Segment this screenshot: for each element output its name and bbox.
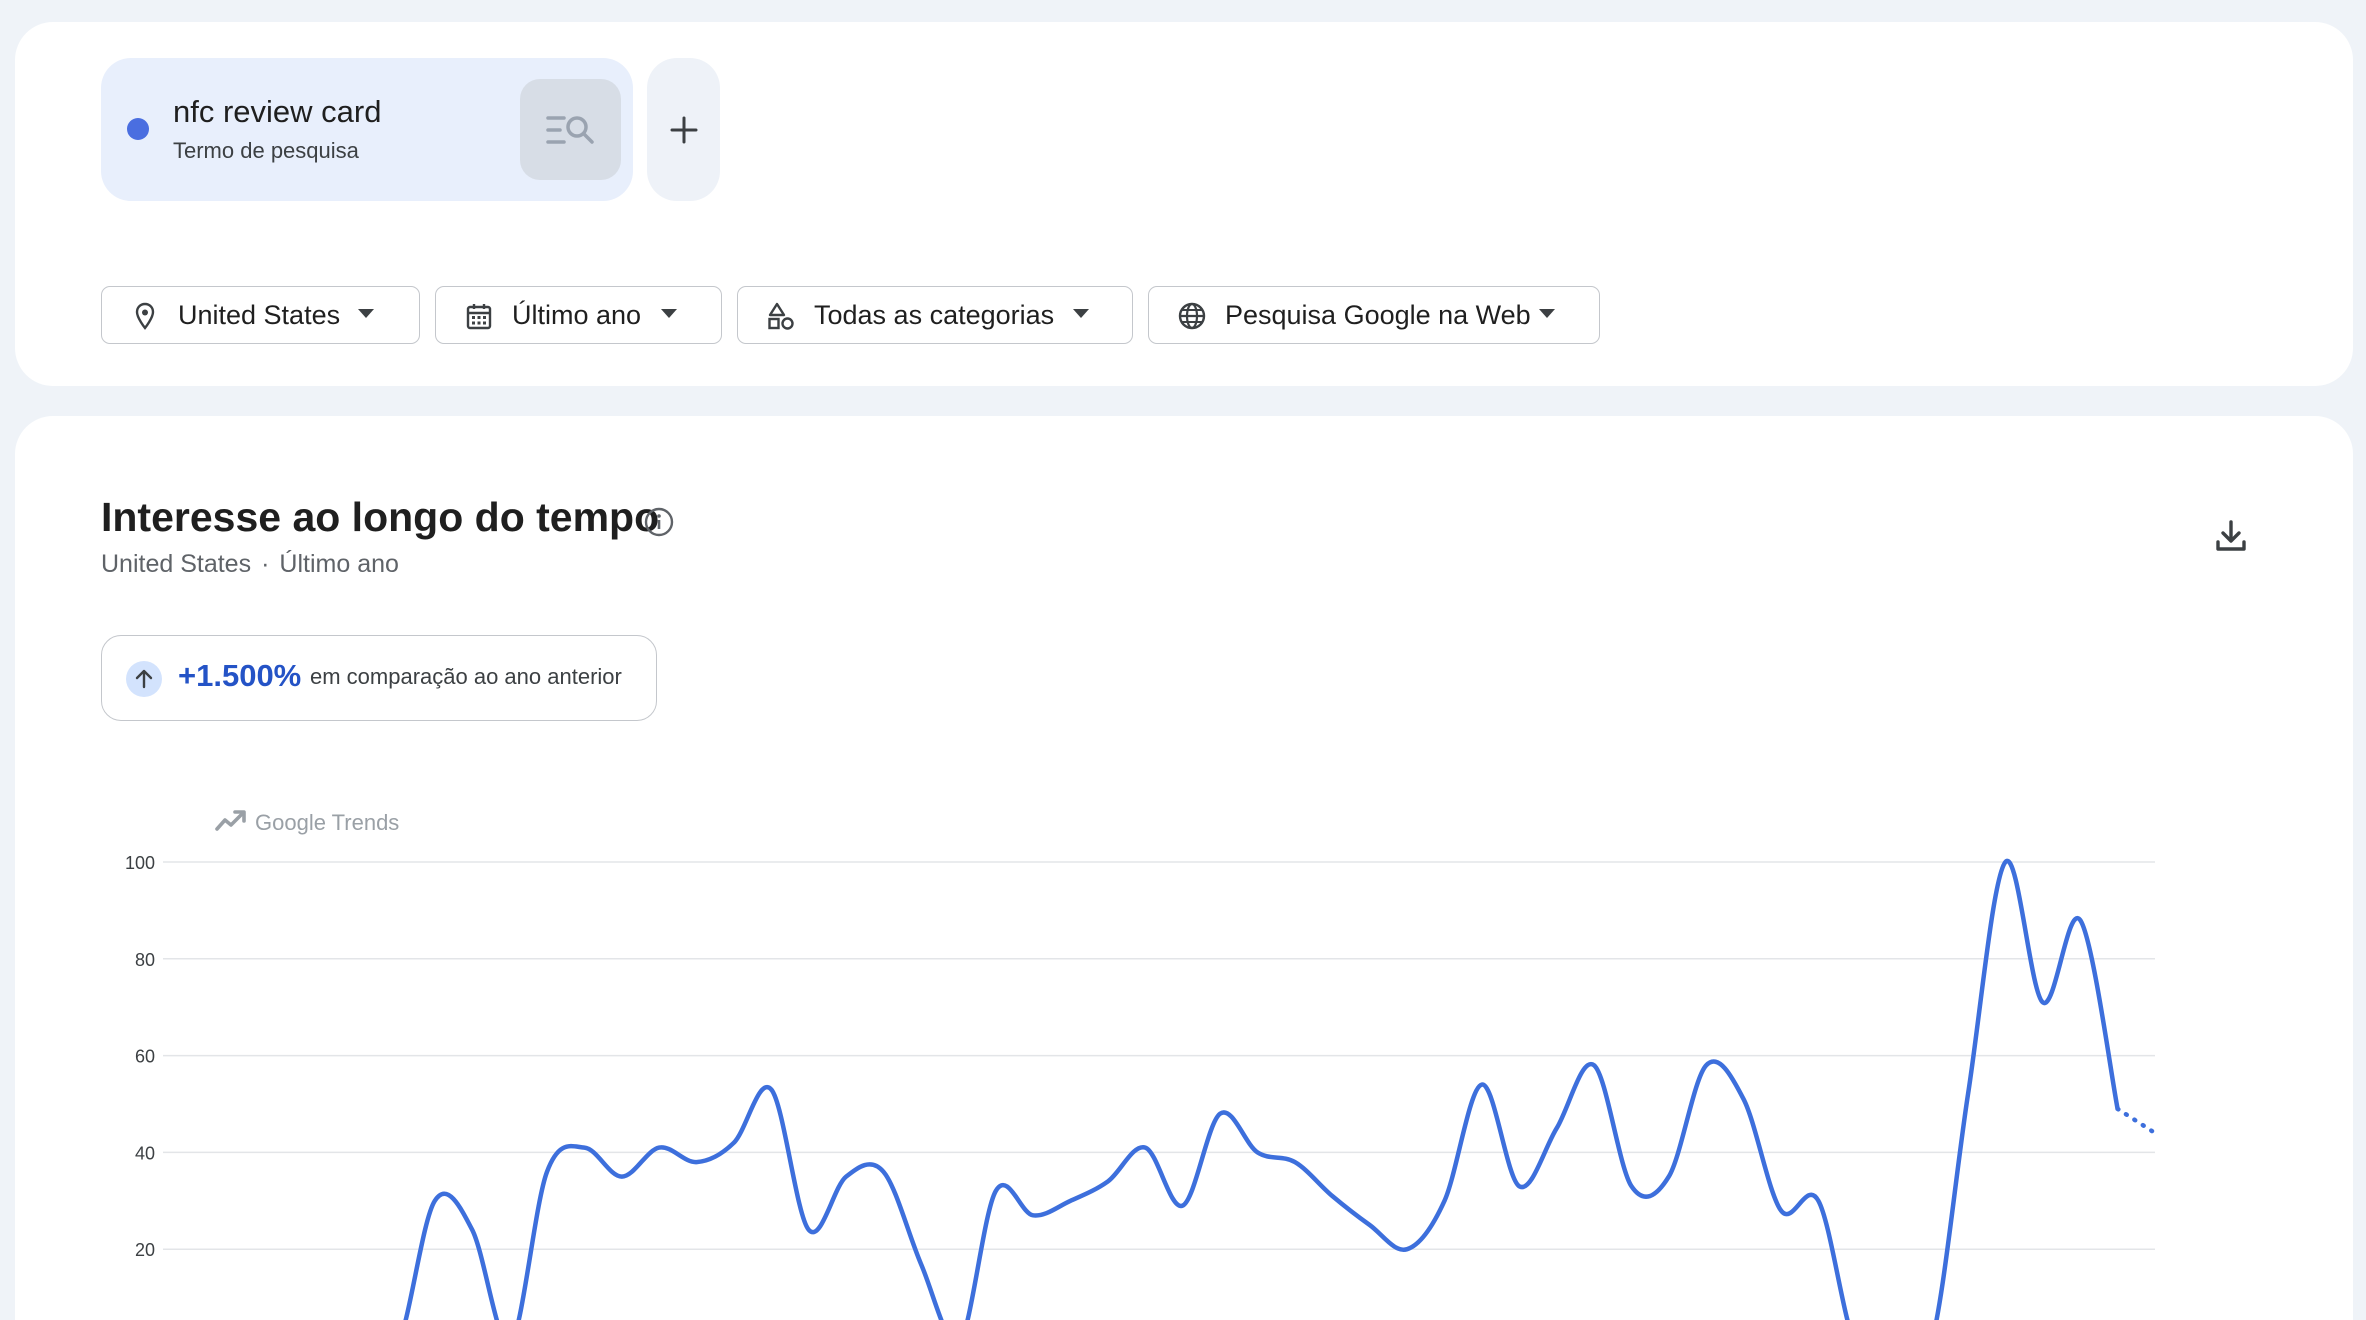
search-term-name: nfc review card xyxy=(173,94,382,129)
y-tick-label: 20 xyxy=(135,1240,155,1260)
y-tick-label: 60 xyxy=(135,1047,155,1067)
chevron-down-icon xyxy=(661,309,677,318)
chevron-down-icon xyxy=(1073,309,1089,318)
category-filter-label: Todas as categorias xyxy=(814,300,1055,330)
change-description: em comparação ao ano anterior xyxy=(310,664,622,689)
google-trends-watermark: Google Trends xyxy=(213,802,423,840)
year-over-year-change-badge: +1.500% em comparação ao ano anterior xyxy=(101,635,657,721)
location-pin-icon xyxy=(135,302,155,330)
section-subtitle: United States · Último ano xyxy=(101,550,399,579)
location-filter-dropdown[interactable]: United States xyxy=(101,286,420,344)
shapes-icon xyxy=(768,302,794,330)
info-icon[interactable] xyxy=(643,506,675,538)
subtitle-location: United States xyxy=(101,550,252,578)
search-property-filter-label: Pesquisa Google na Web xyxy=(1225,300,1531,330)
subtitle-separator: · xyxy=(261,550,270,578)
location-filter-label: United States xyxy=(178,300,341,330)
search-settings-card: nfc review card Termo de pesquisa United… xyxy=(15,22,2353,386)
explore-term-button[interactable] xyxy=(520,79,621,180)
subtitle-time-range: Último ano xyxy=(279,550,399,578)
calendar-icon xyxy=(466,304,492,330)
plus-icon xyxy=(670,116,697,143)
y-tick-label: 40 xyxy=(135,1143,155,1163)
series-line xyxy=(403,858,2120,1320)
add-term-button[interactable] xyxy=(647,58,720,201)
arrow-up-icon xyxy=(126,661,162,697)
y-tick-label: 100 xyxy=(125,853,155,873)
interest-line-chart: 020406080100outubro2026abriljulho Google… xyxy=(125,802,2158,1320)
search-property-filter-dropdown[interactable]: Pesquisa Google na Web xyxy=(1148,286,1600,344)
search-term-type: Termo de pesquisa xyxy=(173,138,359,163)
series-line-partial xyxy=(2115,1106,2158,1136)
search-term-chip[interactable]: nfc review card Termo de pesquisa xyxy=(101,58,633,201)
section-title: Interesse ao longo do tempo xyxy=(101,494,660,540)
search-term-color-dot xyxy=(127,118,149,140)
watermark-text: Google Trends xyxy=(255,810,399,835)
chevron-down-icon xyxy=(358,309,374,318)
category-filter-dropdown[interactable]: Todas as categorias xyxy=(737,286,1133,344)
y-tick-label: 80 xyxy=(135,950,155,970)
download-icon[interactable] xyxy=(2211,516,2251,556)
time-range-filter-dropdown[interactable]: Último ano xyxy=(435,286,722,344)
globe-icon xyxy=(1178,302,1206,330)
time-range-filter-label: Último ano xyxy=(512,300,642,330)
chevron-down-icon xyxy=(1539,309,1555,318)
change-percentage: +1.500% xyxy=(178,658,302,693)
interest-over-time-card: Interesse ao longo do tempo United State… xyxy=(15,416,2353,1320)
search-list-icon xyxy=(545,115,594,144)
